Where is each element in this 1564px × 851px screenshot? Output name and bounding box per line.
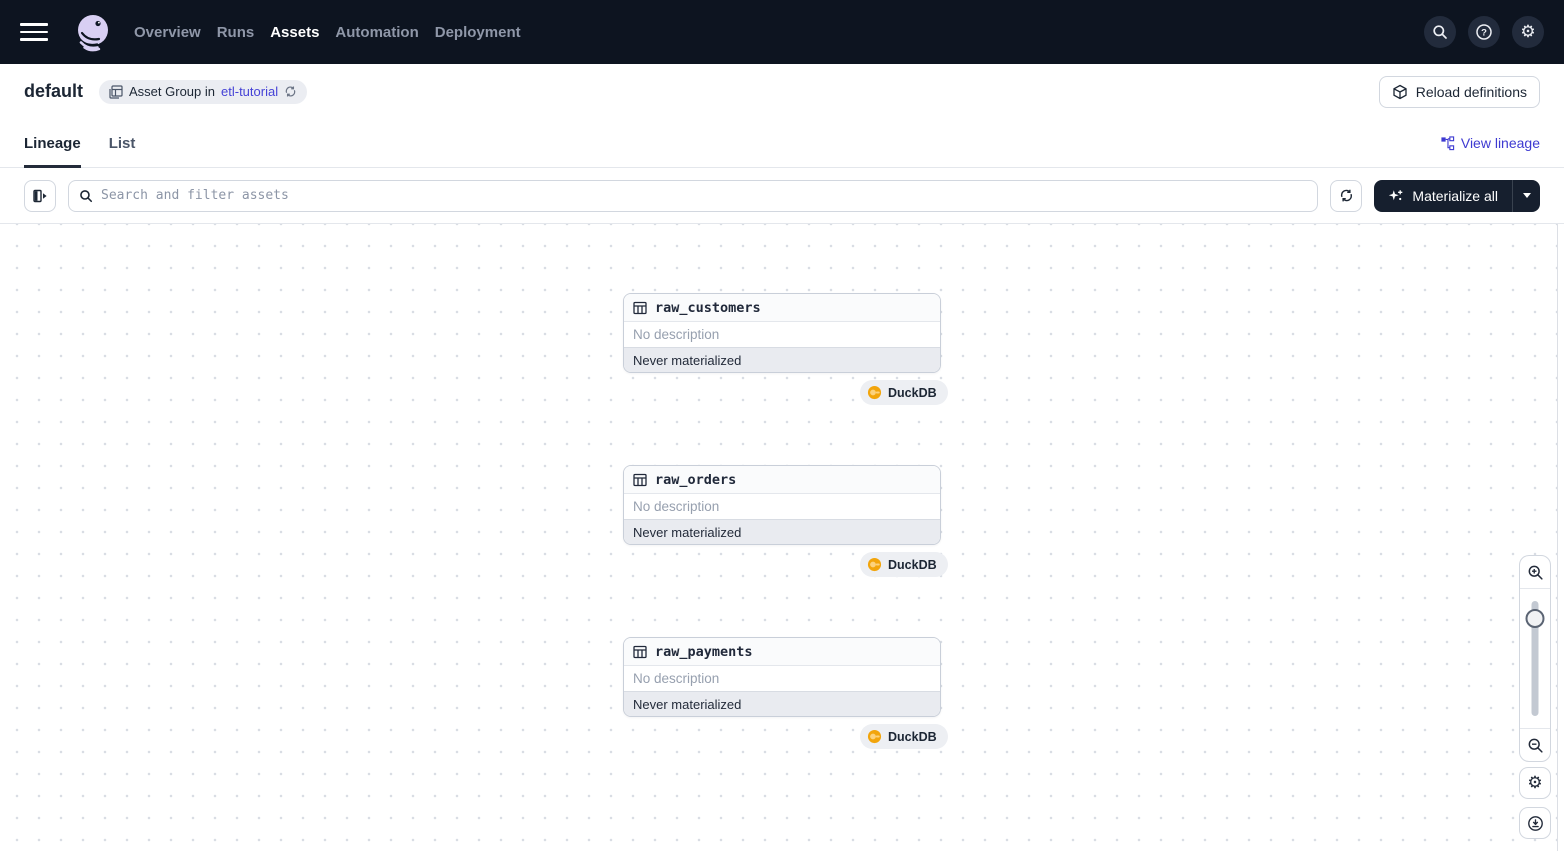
tab-lineage[interactable]: Lineage (24, 119, 81, 167)
svg-text:?: ? (1481, 27, 1487, 38)
search-icon[interactable] (1424, 16, 1456, 48)
lineage-canvas[interactable]: raw_customers No description Never mater… (0, 224, 1564, 851)
canvas-scroll-edge[interactable] (1557, 224, 1564, 851)
search-icon (79, 189, 93, 203)
materialize-all-label: Materialize all (1412, 188, 1498, 204)
asset-node-header: raw_orders (624, 466, 940, 494)
asset-status: Never materialized (624, 691, 940, 716)
search-input[interactable] (101, 188, 1307, 203)
kind-badge-label: DuckDB (888, 558, 937, 572)
view-lineage-link[interactable]: View lineage (1440, 119, 1540, 167)
lineage-toolbar: Materialize all (0, 168, 1564, 224)
asset-description: No description (624, 666, 940, 691)
asset-name: raw_payments (655, 644, 753, 660)
kind-badge-label: DuckDB (888, 386, 937, 400)
settings-gear-icon[interactable]: ⚙ (1512, 16, 1544, 48)
nav-item-automation[interactable]: Automation (335, 18, 418, 47)
tabs-row: Lineage List View lineage (0, 119, 1564, 168)
table-icon (633, 645, 647, 659)
reload-definitions-label: Reload definitions (1416, 84, 1527, 100)
page-title: default (24, 81, 83, 102)
top-navigation: Overview Runs Assets Automation Deployme… (0, 0, 1564, 64)
reload-definitions-button[interactable]: Reload definitions (1379, 76, 1540, 108)
asset-node-raw-payments[interactable]: raw_payments No description Never materi… (623, 637, 941, 717)
code-location-link[interactable]: etl-tutorial (221, 84, 278, 99)
materialize-options-dropdown[interactable] (1512, 180, 1540, 212)
asset-node-raw-orders[interactable]: raw_orders No description Never material… (623, 465, 941, 545)
kind-badge-duckdb[interactable]: DuckDB (860, 724, 948, 749)
zoom-slider[interactable] (1519, 588, 1551, 729)
tab-list-label: List (109, 135, 136, 152)
table-icon (633, 473, 647, 487)
asset-description: No description (624, 494, 940, 519)
menu-icon[interactable] (20, 18, 48, 46)
asset-status: Never materialized (624, 347, 940, 372)
asset-group-badge: Asset Group in etl-tutorial (99, 80, 307, 104)
sync-icon[interactable] (284, 85, 297, 98)
tab-list[interactable]: List (109, 119, 136, 167)
asset-node-raw-customers[interactable]: raw_customers No description Never mater… (623, 293, 941, 373)
lineage-graph-icon (1440, 136, 1455, 151)
nav-item-overview[interactable]: Overview (134, 18, 201, 47)
materialize-all-button[interactable]: Materialize all (1374, 180, 1512, 212)
asset-group-label: Asset Group in (129, 84, 215, 99)
zoom-control-panel (1519, 555, 1551, 762)
nav-item-assets[interactable]: Assets (270, 18, 319, 47)
nav-item-runs[interactable]: Runs (217, 18, 255, 47)
toggle-sidebar-icon[interactable] (24, 180, 56, 212)
code-location-icon (1392, 84, 1408, 100)
chevron-down-icon (1523, 193, 1531, 198)
primary-nav: Overview Runs Assets Automation Deployme… (134, 18, 521, 47)
asset-description: No description (624, 322, 940, 347)
kind-badge-duckdb[interactable]: DuckDB (860, 380, 948, 405)
graph-settings-gear-icon[interactable]: ⚙ (1519, 767, 1551, 799)
kind-badge-duckdb[interactable]: DuckDB (860, 552, 948, 577)
recenter-view-icon[interactable] (1519, 807, 1551, 839)
asset-status: Never materialized (624, 519, 940, 544)
nav-item-deployment[interactable]: Deployment (435, 18, 521, 47)
zoom-out-icon[interactable] (1519, 729, 1551, 761)
asset-group-icon (109, 85, 123, 99)
table-icon (633, 301, 647, 315)
nav-actions: ? ⚙ (1424, 16, 1544, 48)
duckdb-icon (867, 385, 882, 400)
zoom-in-icon[interactable] (1519, 556, 1551, 588)
duckdb-icon (867, 557, 882, 572)
refresh-icon[interactable] (1330, 180, 1362, 212)
asset-name: raw_orders (655, 472, 736, 488)
materialize-all-split-button: Materialize all (1374, 180, 1540, 212)
asset-node-header: raw_customers (624, 294, 940, 322)
tab-lineage-label: Lineage (24, 135, 81, 152)
asset-node-header: raw_payments (624, 638, 940, 666)
help-icon[interactable]: ? (1468, 16, 1500, 48)
kind-badge-label: DuckDB (888, 730, 937, 744)
view-lineage-label: View lineage (1461, 135, 1540, 151)
zoom-slider-thumb[interactable] (1526, 609, 1545, 628)
dagster-logo[interactable] (72, 11, 114, 53)
page-header: default Asset Group in etl-tutorial Relo… (0, 64, 1564, 119)
duckdb-icon (867, 729, 882, 744)
asset-name: raw_customers (655, 300, 761, 316)
sparkle-icon (1388, 188, 1404, 204)
asset-search-box (68, 180, 1318, 212)
